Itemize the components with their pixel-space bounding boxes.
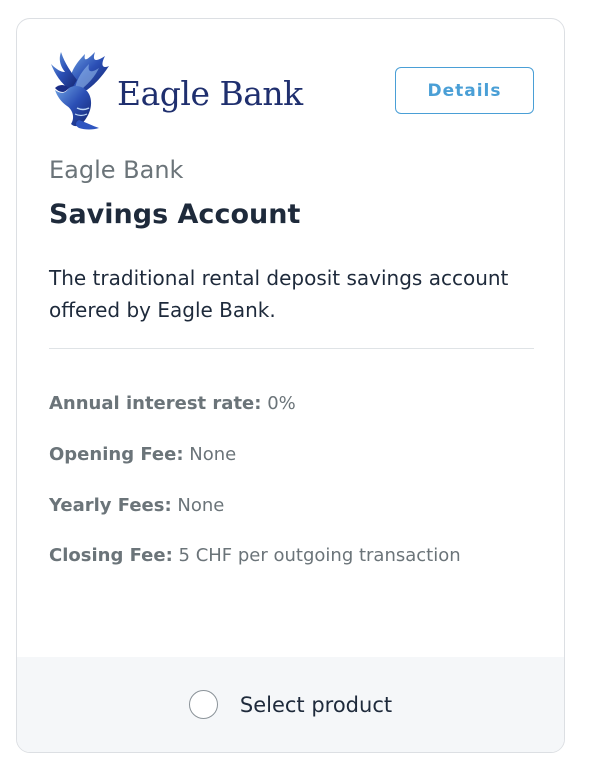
provider-name: Eagle Bank <box>49 156 184 184</box>
bank-logo-text: Eagle Bank <box>117 73 303 113</box>
product-description: The traditional rental deposit savings a… <box>49 266 509 322</box>
feature-label: Yearly Fees: <box>49 495 172 516</box>
bank-logo: Eagle Bank <box>49 50 309 130</box>
feature-label: Closing Fee: <box>49 545 173 566</box>
feature-label: Opening Fee: <box>49 444 184 465</box>
feature-opening-fee: Opening Fee: None <box>49 444 236 465</box>
select-product-radio[interactable] <box>188 690 218 719</box>
select-product-footer[interactable]: Select product <box>17 657 564 752</box>
details-button[interactable]: Details <box>395 67 534 114</box>
feature-value: None <box>177 495 225 516</box>
feature-closing-fee: Closing Fee: 5 CHF per outgoing transact… <box>49 545 461 566</box>
feature-label: Annual interest rate: <box>49 393 262 414</box>
feature-yearly-fees: Yearly Fees: None <box>49 495 224 516</box>
feature-value: 5 CHF per outgoing transaction <box>178 545 461 566</box>
divider <box>49 348 534 349</box>
product-title: Savings Account <box>49 199 301 230</box>
feature-interest-rate: Annual interest rate: 0% <box>49 393 296 414</box>
select-product-label[interactable]: Select product <box>240 693 392 717</box>
feature-value: 0% <box>267 393 296 414</box>
eagle-icon <box>51 52 109 130</box>
feature-value: None <box>189 444 237 465</box>
product-card: Eagle Bank Details Eagle Bank Savings Ac… <box>16 18 565 753</box>
